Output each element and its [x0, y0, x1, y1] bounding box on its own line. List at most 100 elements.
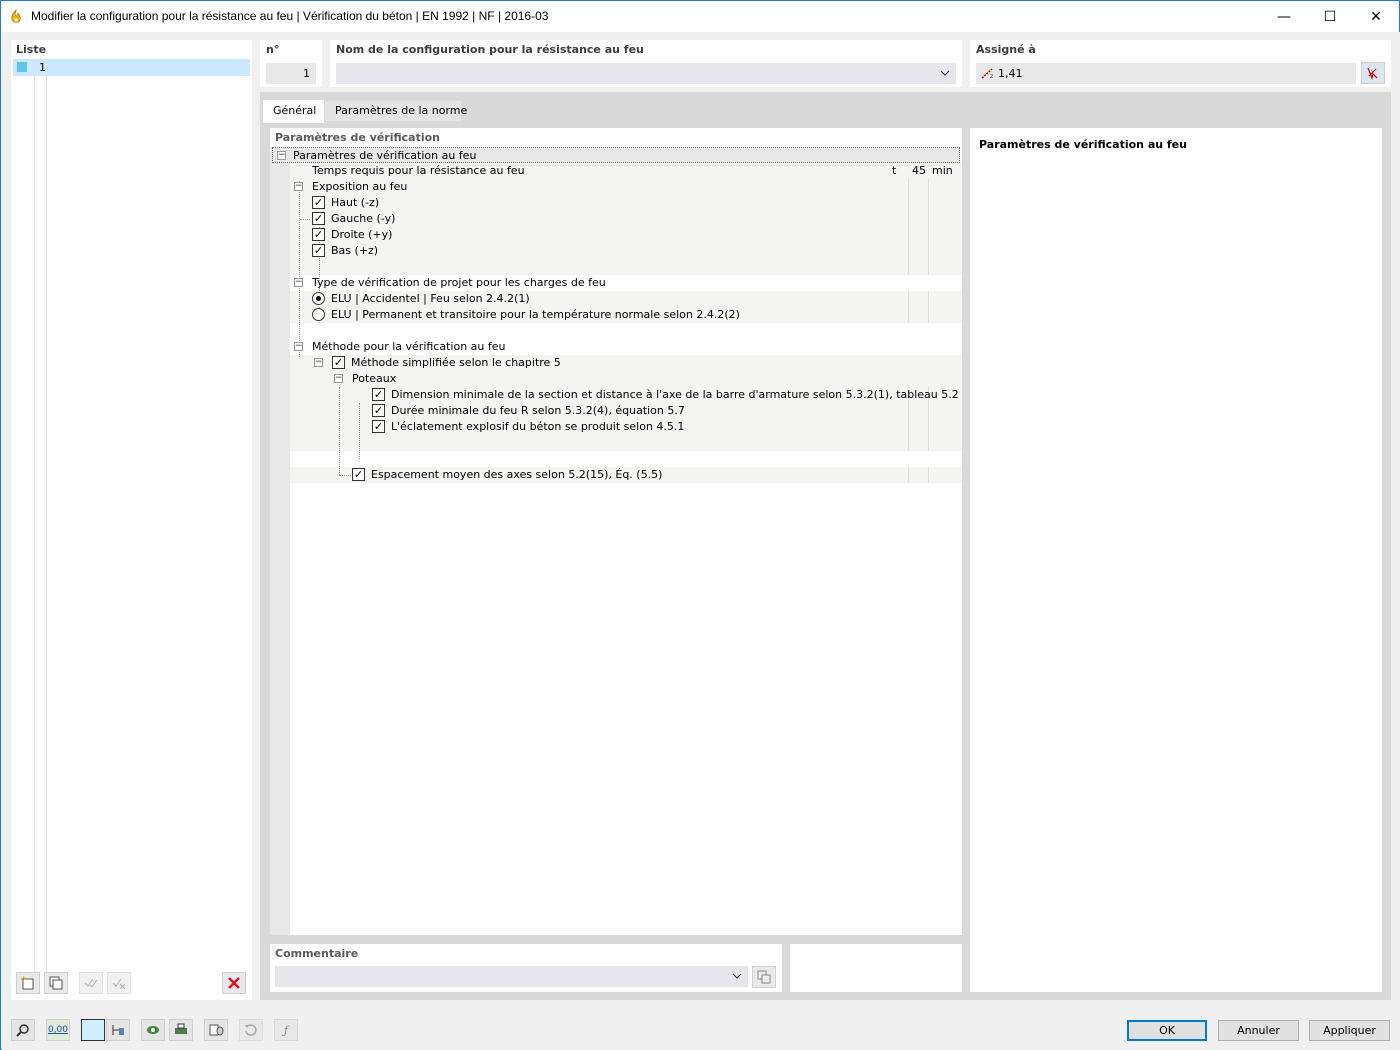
assigned-field[interactable]: z 1,41: [976, 63, 1356, 84]
simplified-method-checkbox[interactable]: ✓: [332, 356, 345, 369]
assigned-value: 1,41: [998, 67, 1023, 80]
column-check-item[interactable]: ✓ L'éclatement explosif du béton se prod…: [372, 419, 908, 435]
check-all-icon: [84, 978, 98, 988]
column-check-item[interactable]: ✓ Dimension minimale de la section et di…: [372, 387, 959, 403]
exposure-item[interactable]: ✓ Bas (+z): [312, 243, 872, 259]
copy-item-button[interactable]: [44, 972, 68, 994]
collapse-icon[interactable]: −: [294, 342, 303, 351]
fire-duration-checkbox[interactable]: ✓: [372, 404, 385, 417]
exposure-row[interactable]: − Exposition au feu: [290, 179, 940, 195]
collapse-icon[interactable]: −: [294, 182, 303, 191]
empty-side-panel: [790, 944, 962, 992]
collapse-icon[interactable]: −: [314, 358, 323, 367]
tree-line: [339, 475, 351, 476]
persistent-radio[interactable]: [312, 308, 325, 321]
exposure-right-checkbox[interactable]: ✓: [312, 228, 325, 241]
uncheck-all-button[interactable]: [107, 972, 131, 994]
tree-root-row[interactable]: − Paramètres de vérification au feu: [272, 147, 960, 163]
cancel-button[interactable]: Annuler: [1218, 1020, 1299, 1041]
units-tool-button[interactable]: [106, 1019, 130, 1041]
spalling-checkbox[interactable]: ✓: [372, 420, 385, 433]
verification-option[interactable]: ELU | Permanent et transitoire pour la t…: [312, 307, 902, 323]
info-title: Paramètres de vérification au feu: [979, 138, 1187, 151]
verification-type-row[interactable]: − Type de vérification de projet pour le…: [290, 275, 940, 291]
list-column-divider: [34, 76, 35, 976]
new-item-icon: [21, 976, 34, 990]
spacing-row[interactable]: ✓ Espacement moyen des axes selon 5.2(15…: [352, 467, 908, 483]
chevron-down-icon: [732, 973, 742, 979]
exposure-item[interactable]: ✓ Haut (-z): [312, 195, 872, 211]
exposure-item[interactable]: ✓ Gauche (-y): [312, 211, 872, 227]
columns-row[interactable]: − Poteaux: [290, 371, 940, 387]
app-icon: [11, 9, 21, 23]
maximize-button[interactable]: ☐: [1307, 1, 1353, 32]
list-item-number: 1: [39, 61, 46, 74]
collapse-icon[interactable]: −: [277, 151, 286, 160]
list-item[interactable]: 1: [13, 59, 250, 76]
list-panel: Liste 1: [11, 40, 252, 1000]
exposure-item-label: Bas (+z): [331, 244, 379, 257]
collapse-icon[interactable]: −: [334, 374, 343, 383]
tab-standard-parameters[interactable]: Paramètres de la norme: [325, 101, 467, 121]
chevron-down-icon: [940, 70, 950, 76]
tab-general[interactable]: Général: [262, 99, 325, 123]
new-item-button[interactable]: [16, 972, 40, 994]
value-display-button[interactable]: 0,00: [46, 1019, 70, 1041]
select-members-button[interactable]: [1361, 62, 1385, 84]
copy-icon: [49, 976, 63, 990]
delete-icon: [228, 977, 240, 989]
color-tool-button[interactable]: [81, 1019, 105, 1041]
tree-line: [339, 387, 340, 475]
check-all-button[interactable]: [79, 972, 103, 994]
number-field[interactable]: 1: [266, 63, 316, 84]
verification-option-label: ELU | Accidentel | Feu selon 2.4.2(1): [331, 292, 530, 305]
pick-icon: [1367, 67, 1378, 80]
database-tool-button[interactable]: [204, 1019, 228, 1041]
accidental-radio[interactable]: [312, 292, 325, 305]
exposure-bottom-checkbox[interactable]: ✓: [312, 244, 325, 257]
section-title: Paramètres de vérification: [275, 131, 440, 144]
delete-item-button[interactable]: [222, 972, 246, 994]
list-column-divider: [46, 76, 47, 976]
spacing-label: Espacement moyen des axes selon 5.2(15),…: [371, 468, 663, 481]
method-row[interactable]: − Méthode pour la vérification au feu: [290, 339, 940, 355]
search-tool-button[interactable]: [11, 1019, 35, 1041]
collapse-icon[interactable]: −: [294, 278, 303, 287]
info-panel: Paramètres de vérification au feu: [970, 128, 1382, 992]
time-required-value[interactable]: 45: [912, 164, 926, 177]
apply-button[interactable]: Appliquer: [1309, 1020, 1390, 1041]
assigned-panel: Assigné à z 1,41: [970, 40, 1391, 87]
parameter-tree: − Paramètres de vérification au feu Temp…: [270, 147, 962, 483]
name-combobox[interactable]: [336, 63, 956, 84]
ok-button[interactable]: OK: [1127, 1020, 1207, 1041]
time-required-label: Temps requis pour la résistance au feu: [312, 164, 525, 177]
minimize-button[interactable]: —: [1261, 1, 1307, 32]
tree-line: [300, 219, 310, 220]
exposure-item[interactable]: ✓ Droite (+y): [312, 227, 872, 243]
time-required-unit: min: [932, 164, 953, 177]
view-tool-button[interactable]: [141, 1019, 165, 1041]
close-window-button[interactable]: ✕: [1353, 1, 1399, 32]
exposure-item-label: Gauche (-y): [331, 212, 396, 225]
column-check-label: L'éclatement explosif du béton se produi…: [391, 420, 685, 433]
formula-tool-button[interactable]: ƒ: [274, 1019, 298, 1041]
simplified-method-row[interactable]: − ✓ Méthode simplifiée selon le chapitre…: [290, 355, 940, 371]
eye-icon: [147, 1026, 159, 1034]
column-separator: [928, 291, 929, 323]
exposure-top-checkbox[interactable]: ✓: [312, 196, 325, 209]
tab-general-label: Général: [273, 104, 317, 117]
exposure-left-checkbox[interactable]: ✓: [312, 212, 325, 225]
spacing-checkbox[interactable]: ✓: [352, 468, 365, 481]
verification-option[interactable]: ELU | Accidentel | Feu selon 2.4.2(1): [312, 291, 902, 307]
comment-panel: Commentaire: [270, 944, 782, 992]
time-required-row[interactable]: Temps requis pour la résistance au feu t…: [290, 163, 962, 179]
print-tool-button[interactable]: [169, 1019, 193, 1041]
list-header: Liste: [16, 43, 47, 56]
database-icon: [209, 1024, 224, 1036]
dimension-checkbox[interactable]: ✓: [372, 388, 385, 401]
column-check-item[interactable]: ✓ Durée minimale du feu R selon 5.3.2(4)…: [372, 403, 908, 419]
reset-tool-button[interactable]: [239, 1019, 263, 1041]
comment-combobox[interactable]: [275, 966, 748, 987]
comment-copy-button[interactable]: [752, 966, 776, 988]
column-check-label: Durée minimale du feu R selon 5.3.2(4), …: [391, 404, 685, 417]
